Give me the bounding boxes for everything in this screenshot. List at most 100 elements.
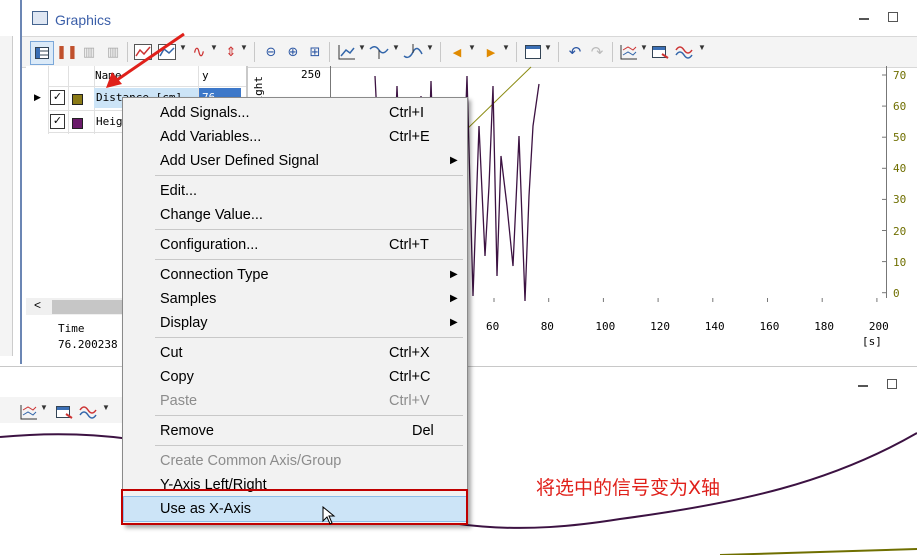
wave-icon: ∿ bbox=[192, 44, 206, 61]
line-style-button[interactable]: ∿ bbox=[188, 41, 210, 63]
chevron-down-icon[interactable]: ▼ bbox=[40, 403, 48, 412]
submenu-arrow-icon: ▶ bbox=[450, 155, 458, 166]
export-button[interactable] bbox=[54, 401, 76, 423]
cursor-wave-button[interactable] bbox=[402, 41, 424, 63]
redo-button[interactable]: ↷ bbox=[586, 41, 608, 63]
mouse-cursor-icon bbox=[322, 506, 336, 525]
signal-checkbox-height[interactable]: ✓ bbox=[50, 114, 65, 129]
window-layout-icon bbox=[525, 45, 541, 59]
submenu-arrow-icon: ▶ bbox=[450, 293, 458, 304]
scroll-left-icon[interactable]: < bbox=[34, 298, 41, 312]
x-tick-label: 160 bbox=[759, 320, 780, 333]
measure-cursor-button[interactable]: ▥ bbox=[78, 41, 100, 63]
signal-color-distance[interactable] bbox=[72, 94, 83, 105]
menu-item-configuration[interactable]: Configuration... Ctrl+T bbox=[124, 233, 466, 257]
signal-wave-icon bbox=[675, 46, 693, 59]
menu-item-cut[interactable]: Cut Ctrl+X bbox=[124, 341, 466, 365]
menu-item-display[interactable]: Display ▶ bbox=[124, 311, 466, 335]
graphics-window-icon bbox=[32, 11, 48, 25]
column-header-y[interactable]: y bbox=[202, 69, 209, 82]
chevron-down-icon[interactable]: ▼ bbox=[102, 403, 110, 412]
scrollbar-thumb[interactable] bbox=[52, 300, 122, 314]
menu-item-samples[interactable]: Samples ▶ bbox=[124, 287, 466, 311]
zoom-in-icon: ⊕ bbox=[287, 44, 299, 59]
chevron-down-icon[interactable]: ▼ bbox=[240, 43, 248, 52]
chevron-down-icon[interactable]: ▼ bbox=[426, 43, 434, 52]
minimize-icon[interactable] bbox=[858, 385, 868, 387]
signal-color-height[interactable] bbox=[72, 118, 83, 129]
menu-item-create-common-axis[interactable]: Create Common Axis/Group bbox=[124, 449, 466, 473]
menu-item-add-variables[interactable]: Add Variables... Ctrl+E bbox=[124, 125, 466, 149]
time-label: Time bbox=[58, 322, 85, 335]
export-icon bbox=[56, 406, 73, 419]
maximize-icon[interactable] bbox=[887, 379, 897, 389]
chevron-down-icon[interactable]: ▼ bbox=[358, 43, 366, 52]
signal-wave-button[interactable] bbox=[78, 401, 100, 423]
x-axis-unit: [s] bbox=[862, 335, 882, 348]
pause-icon: ❚❚ bbox=[56, 44, 78, 59]
cursor-measure-icon: ▥ bbox=[82, 44, 96, 59]
signal-list-toggle-button[interactable] bbox=[30, 41, 54, 65]
signal-wave-button[interactable] bbox=[674, 41, 696, 63]
zoom-out-button[interactable]: ⊖ bbox=[260, 41, 282, 63]
multi-chart-icon bbox=[20, 405, 37, 420]
window-title: Graphics bbox=[55, 12, 112, 28]
y-right-tick-label: 50 bbox=[893, 131, 907, 145]
menu-item-paste[interactable]: Paste Ctrl+V bbox=[124, 389, 466, 413]
y-left-tick: 250 bbox=[301, 68, 321, 81]
menu-item-remove[interactable]: Remove Del bbox=[124, 419, 466, 443]
y-right-tick-label: 20 bbox=[893, 224, 907, 238]
chevron-down-icon[interactable]: ▼ bbox=[698, 43, 706, 52]
menu-item-connection-type[interactable]: Connection Type ▶ bbox=[124, 263, 466, 287]
cursor-wave-icon bbox=[403, 44, 423, 59]
background-button[interactable] bbox=[522, 41, 544, 63]
multi-signal-button[interactable] bbox=[18, 401, 40, 423]
marker-button[interactable] bbox=[368, 41, 390, 63]
menu-item-edit[interactable]: Edit... bbox=[124, 179, 466, 203]
next-button[interactable]: ▶ bbox=[480, 41, 502, 63]
left-pane-edge bbox=[0, 36, 13, 356]
previous-button[interactable]: ◀ bbox=[446, 41, 468, 63]
maximize-icon[interactable] bbox=[888, 12, 898, 22]
y-right-tick-label: 10 bbox=[893, 255, 907, 269]
export-icon bbox=[652, 46, 669, 59]
fit-axes-button[interactable]: ⇕ bbox=[220, 41, 242, 63]
chevron-down-icon[interactable]: ▼ bbox=[392, 43, 400, 52]
signal-checkbox-distance[interactable]: ✓ bbox=[50, 90, 65, 105]
menu-item-add-signals[interactable]: Add Signals... Ctrl+I bbox=[124, 101, 466, 125]
axis-mode-button[interactable] bbox=[336, 41, 358, 63]
highlight-box bbox=[121, 489, 468, 525]
x-tick-label: 140 bbox=[704, 320, 725, 333]
fit-arrows-icon: ⇕ bbox=[225, 44, 237, 59]
multi-chart-icon bbox=[620, 45, 637, 60]
zoom-fit-button[interactable]: ⊞ bbox=[304, 41, 326, 63]
axis-chart-icon bbox=[338, 45, 355, 60]
y-right-tick-label: 70 bbox=[893, 69, 907, 82]
minimize-icon[interactable] bbox=[859, 18, 869, 20]
export-button[interactable] bbox=[650, 41, 672, 63]
chevron-down-icon[interactable]: ▼ bbox=[640, 43, 648, 52]
multi-signal-button[interactable] bbox=[618, 41, 640, 63]
submenu-arrow-icon: ▶ bbox=[450, 317, 458, 328]
menu-item-copy[interactable]: Copy Ctrl+C bbox=[124, 365, 466, 389]
time-value: 76.200238 bbox=[58, 338, 118, 351]
distance-trace bbox=[465, 66, 532, 131]
chevron-down-icon[interactable]: ▼ bbox=[502, 43, 510, 52]
menu-item-add-user-defined-signal[interactable]: Add User Defined Signal ▶ bbox=[124, 149, 466, 173]
menu-item-change-value[interactable]: Change Value... bbox=[124, 203, 466, 227]
chevron-down-icon[interactable]: ▼ bbox=[468, 43, 476, 52]
chevron-down-icon[interactable]: ▼ bbox=[210, 43, 218, 52]
lower-toolbar: ▼ ▼ bbox=[0, 397, 140, 423]
triangle-right-icon: ▶ bbox=[486, 46, 496, 59]
triangle-left-icon: ◀ bbox=[452, 46, 462, 59]
zoom-out-icon: ⊖ bbox=[265, 44, 277, 59]
undo-button[interactable]: ↶ bbox=[564, 41, 586, 63]
pause-button[interactable]: ❚❚ bbox=[56, 41, 78, 63]
chevron-down-icon[interactable]: ▼ bbox=[544, 43, 552, 52]
zoom-in-button[interactable]: ⊕ bbox=[282, 41, 304, 63]
redo-icon: ↷ bbox=[590, 44, 604, 61]
y-right-tick-label: 30 bbox=[893, 193, 907, 207]
y-right-tick-label: 60 bbox=[893, 100, 907, 114]
x-tick-label: 180 bbox=[814, 320, 835, 333]
undo-icon: ↶ bbox=[568, 44, 582, 61]
